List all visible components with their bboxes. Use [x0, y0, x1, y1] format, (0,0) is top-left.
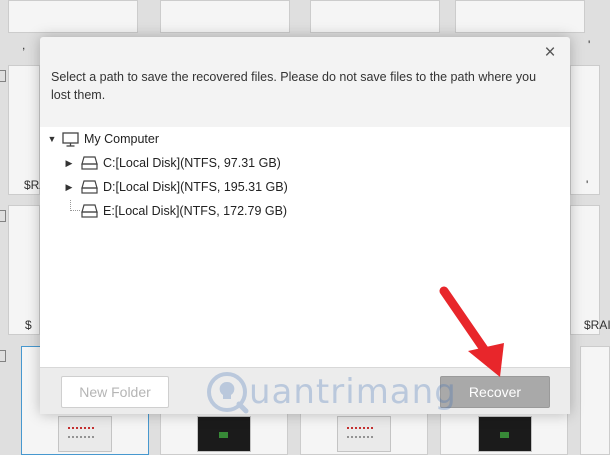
hard-drive-icon	[81, 204, 98, 218]
close-icon[interactable]: ×	[540, 43, 560, 63]
chevron-right-icon[interactable]: ▶	[62, 182, 76, 193]
chevron-right-icon[interactable]: ▶	[62, 158, 76, 169]
dialog-instruction: Select a path to save the recovered file…	[51, 70, 537, 102]
tree-item-label: C:[Local Disk](NTFS, 97.31 GB)	[103, 156, 281, 170]
tree-item-label: E:[Local Disk](NTFS, 172.79 GB)	[103, 204, 288, 218]
computer-icon	[62, 131, 79, 147]
chevron-down-icon[interactable]: ▼	[45, 134, 59, 144]
tree-item-drive-c[interactable]: ▶ C:[Local Disk](NTFS, 97.31 GB)	[62, 153, 281, 173]
watermark-text: uantrimang	[249, 372, 457, 412]
watermark: uantrimang	[205, 370, 457, 414]
tree-item-label: D:[Local Disk](NTFS, 195.31 GB)	[103, 180, 288, 194]
tree-item-my-computer[interactable]: ▼ My Computer	[45, 129, 159, 149]
tree-item-drive-d[interactable]: ▶ D:[Local Disk](NTFS, 195.31 GB)	[62, 177, 288, 197]
hard-drive-icon	[81, 180, 98, 194]
tree-item-label: My Computer	[84, 132, 160, 146]
tree-item-drive-e[interactable]: E:[Local Disk](NTFS, 172.79 GB)	[76, 201, 287, 221]
annotation-arrow-icon	[439, 286, 504, 377]
lightbulb-logo-icon	[207, 372, 249, 414]
hard-drive-icon	[81, 156, 98, 170]
new-folder-button[interactable]: New Folder	[61, 376, 169, 408]
